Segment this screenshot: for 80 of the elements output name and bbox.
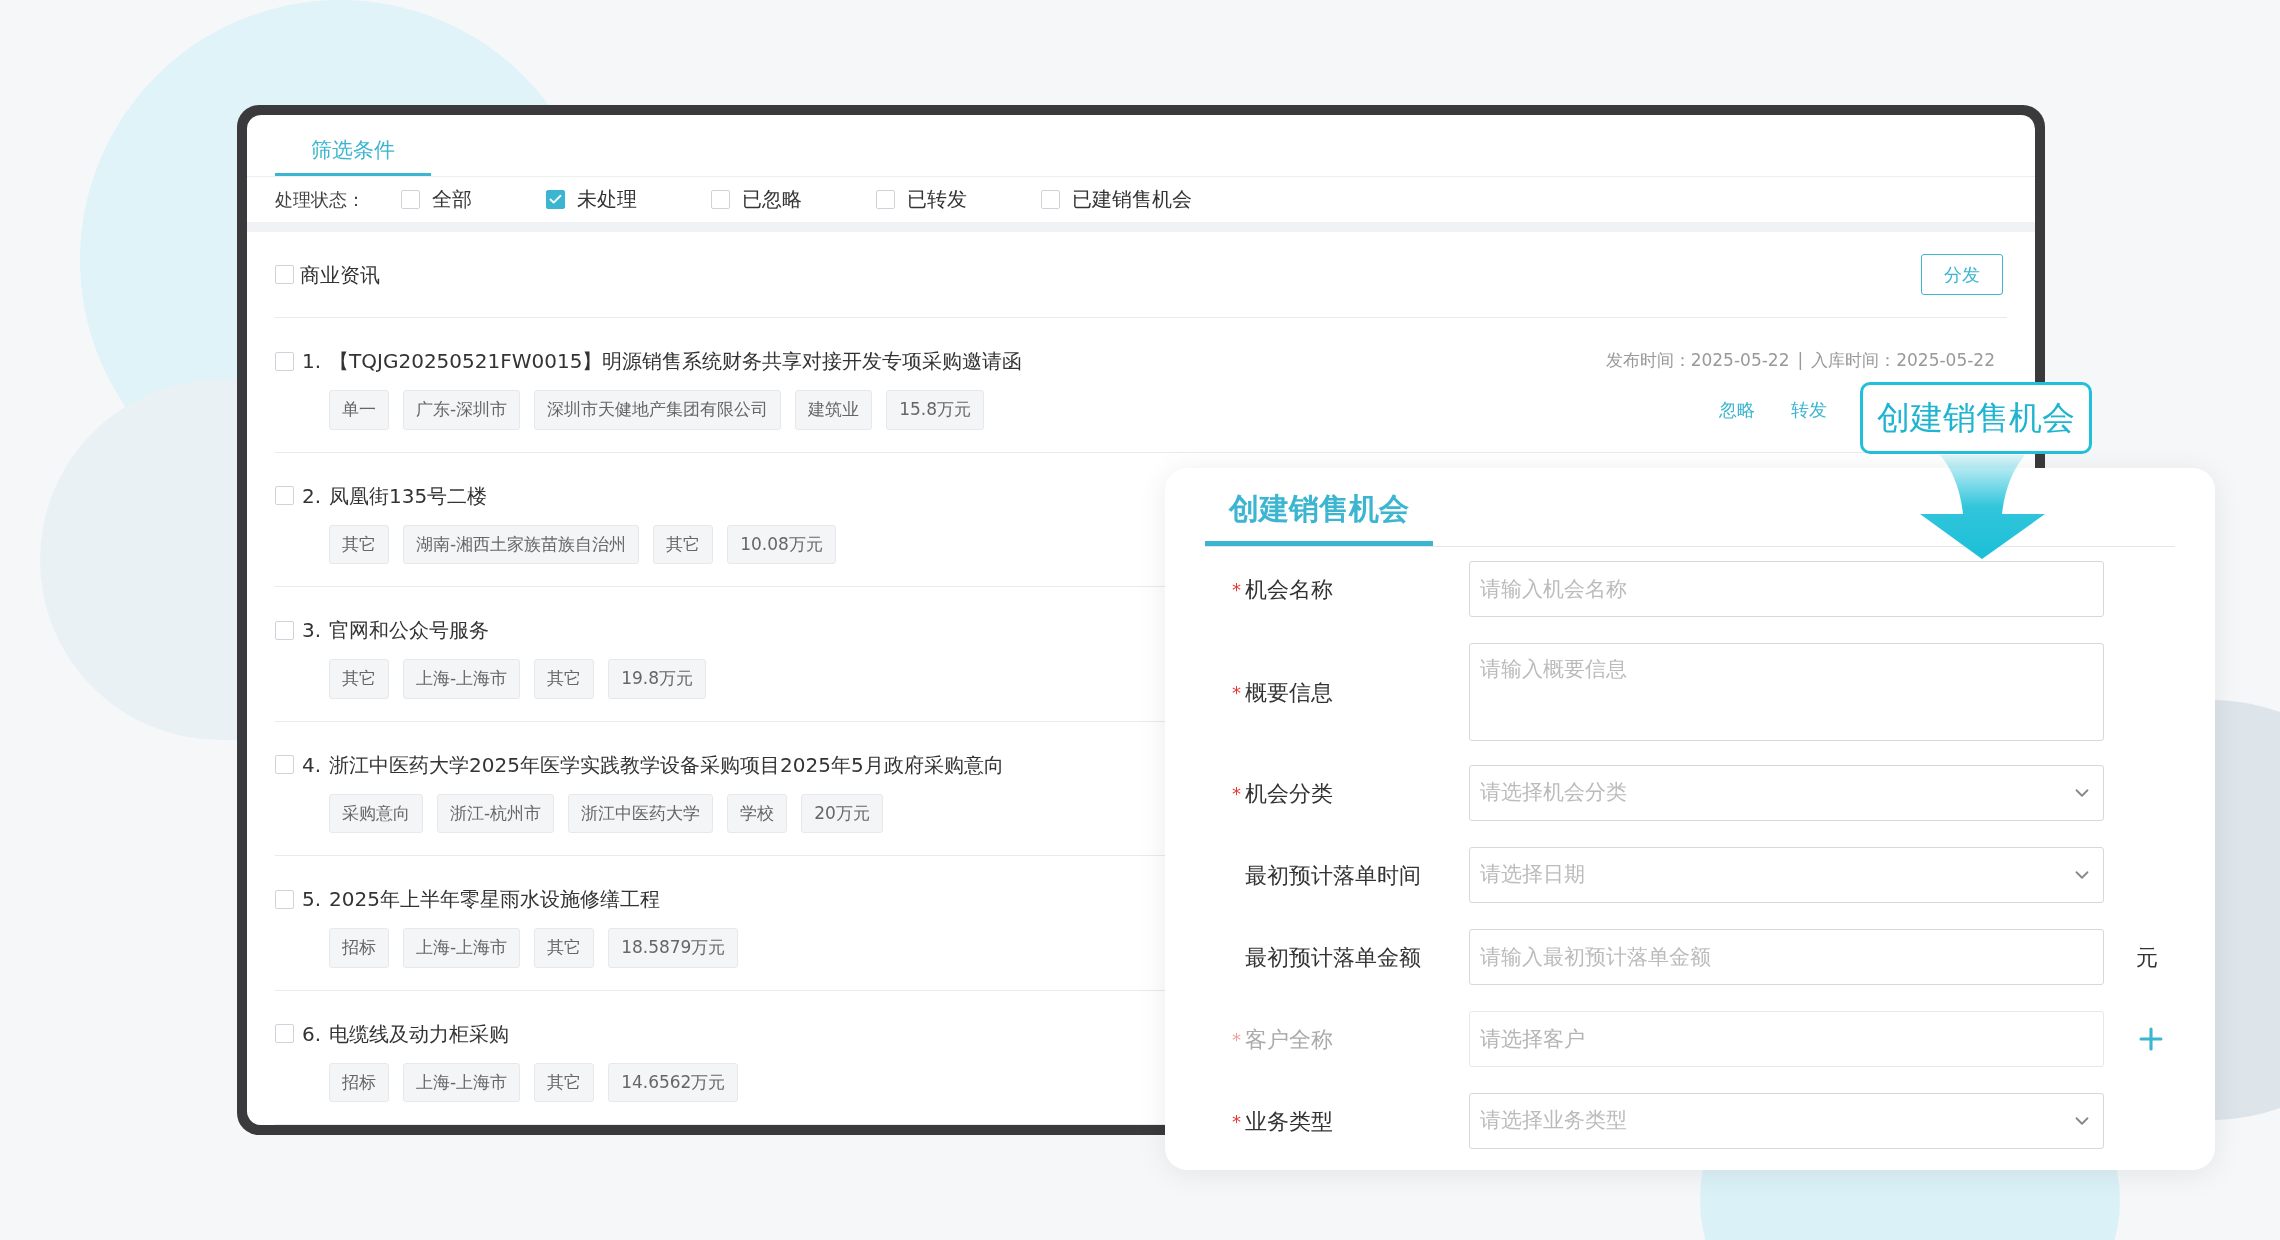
input-field[interactable]: 请输入机会名称: [1469, 561, 2104, 617]
tag: 深圳市天健地产集团有限公司: [534, 390, 782, 430]
row-title[interactable]: 【TQJG20250521FW0015】明源销售系统财务共享对接开发专项采购邀请函: [329, 346, 1023, 376]
tag: 广东-深圳市: [403, 390, 521, 430]
row-title[interactable]: 官网和公众号服务: [329, 615, 490, 645]
tag: 其它: [534, 1062, 595, 1102]
tag: 上海-上海市: [403, 659, 521, 699]
field-label: 机会名称: [1245, 575, 1333, 604]
checkbox[interactable]: [275, 265, 294, 284]
tag: 18.5879万元: [608, 928, 739, 968]
tag: 14.6562万元: [608, 1062, 739, 1102]
row-number: 6.: [302, 1020, 322, 1048]
checkbox[interactable]: [275, 889, 294, 909]
field-label: 最初预计落单时间: [1244, 861, 1421, 890]
tag: 10.08万元: [727, 524, 836, 564]
tag: 浙江-杭州市: [437, 793, 555, 833]
required-mark: *: [1232, 1027, 1242, 1052]
separator-text: |: [1797, 349, 1804, 373]
textarea-field[interactable]: 请输入概要信息: [1469, 643, 2104, 741]
tag: 其它: [329, 524, 389, 564]
select-placeholder: 请选择日期: [1480, 861, 1586, 889]
checkbox-label[interactable]: 全部: [432, 184, 472, 215]
checkbox[interactable]: [275, 351, 294, 371]
tag: 浙江中医药大学: [568, 793, 714, 833]
tag: 15.8万元: [886, 390, 984, 430]
row-number: 4.: [302, 751, 322, 779]
row-title[interactable]: 电缆线及动力柜采购: [329, 1018, 510, 1049]
tag: 单一: [329, 390, 389, 430]
row-number: 1.: [302, 348, 322, 375]
select-placeholder: 请选择机会分类: [1480, 779, 1628, 807]
filter-label: 处理状态：: [275, 187, 365, 212]
tag: 其它: [329, 659, 389, 699]
tag: 上海-上海市: [403, 1062, 521, 1102]
stored-date: 入库时间：2025-05-22: [1811, 349, 1995, 373]
checkbox[interactable]: [711, 189, 730, 209]
required-mark: *: [1232, 577, 1242, 602]
tag: 其它: [534, 928, 595, 968]
row-number: 5.: [302, 886, 322, 913]
callout-label: 创建销售机会: [1860, 382, 2092, 454]
row-title[interactable]: 凤凰街135号二楼: [329, 480, 488, 511]
checkbox[interactable]: [275, 755, 294, 774]
field-label: 概要信息: [1245, 678, 1333, 707]
tag: 湖南-湘西土家族苗族自治州: [403, 524, 640, 564]
required-mark: *: [1232, 1109, 1242, 1134]
checkbox-label[interactable]: 已转发: [907, 184, 967, 215]
checkbox[interactable]: [275, 620, 294, 640]
required-mark: *: [1232, 781, 1242, 806]
row-title[interactable]: 浙江中医药大学2025年医学实践教学设备采购项目2025年5月政府采购意向: [329, 749, 1004, 780]
tag: 其它: [534, 659, 595, 699]
input-field[interactable]: 请输入最初预计落单金额: [1469, 929, 2104, 985]
row-number: 2.: [302, 482, 322, 510]
checkbox-label[interactable]: 已忽略: [742, 184, 802, 215]
unit-label: 元: [2136, 943, 2158, 972]
field-label: 客户全称: [1245, 1025, 1333, 1054]
publish-date: 发布时间：2025-05-22: [1605, 349, 1790, 373]
tag: 学校: [727, 793, 788, 833]
checkbox[interactable]: [1041, 189, 1060, 209]
tag: 招标: [329, 928, 389, 968]
tag: 其它: [653, 524, 714, 564]
tag: 建筑业: [795, 390, 873, 430]
tag: 上海-上海市: [403, 928, 521, 968]
required-mark: *: [1232, 680, 1242, 705]
list-header: 商业资讯: [300, 261, 380, 289]
field-label: 业务类型: [1245, 1107, 1333, 1136]
row-title[interactable]: 2025年上半年零星雨水设施修缮工程: [329, 884, 660, 914]
checkbox-label[interactable]: 已建销售机会: [1072, 184, 1192, 215]
tag: 采购意向: [329, 793, 423, 833]
checkbox[interactable]: [401, 189, 420, 209]
field-label: 机会分类: [1245, 779, 1333, 808]
checkbox[interactable]: [876, 189, 895, 209]
checkbox[interactable]: [275, 1024, 294, 1043]
select-placeholder: 请选择业务类型: [1480, 1107, 1628, 1135]
checkbox[interactable]: [546, 189, 565, 209]
tag: 招标: [329, 1062, 389, 1102]
tag: 19.8万元: [608, 659, 706, 699]
checkbox[interactable]: [275, 486, 294, 505]
checkbox-label[interactable]: 未处理: [577, 184, 637, 215]
field-label: 最初预计落单金额: [1244, 943, 1421, 972]
row-number: 3.: [302, 617, 322, 644]
tag: 20万元: [801, 793, 883, 833]
